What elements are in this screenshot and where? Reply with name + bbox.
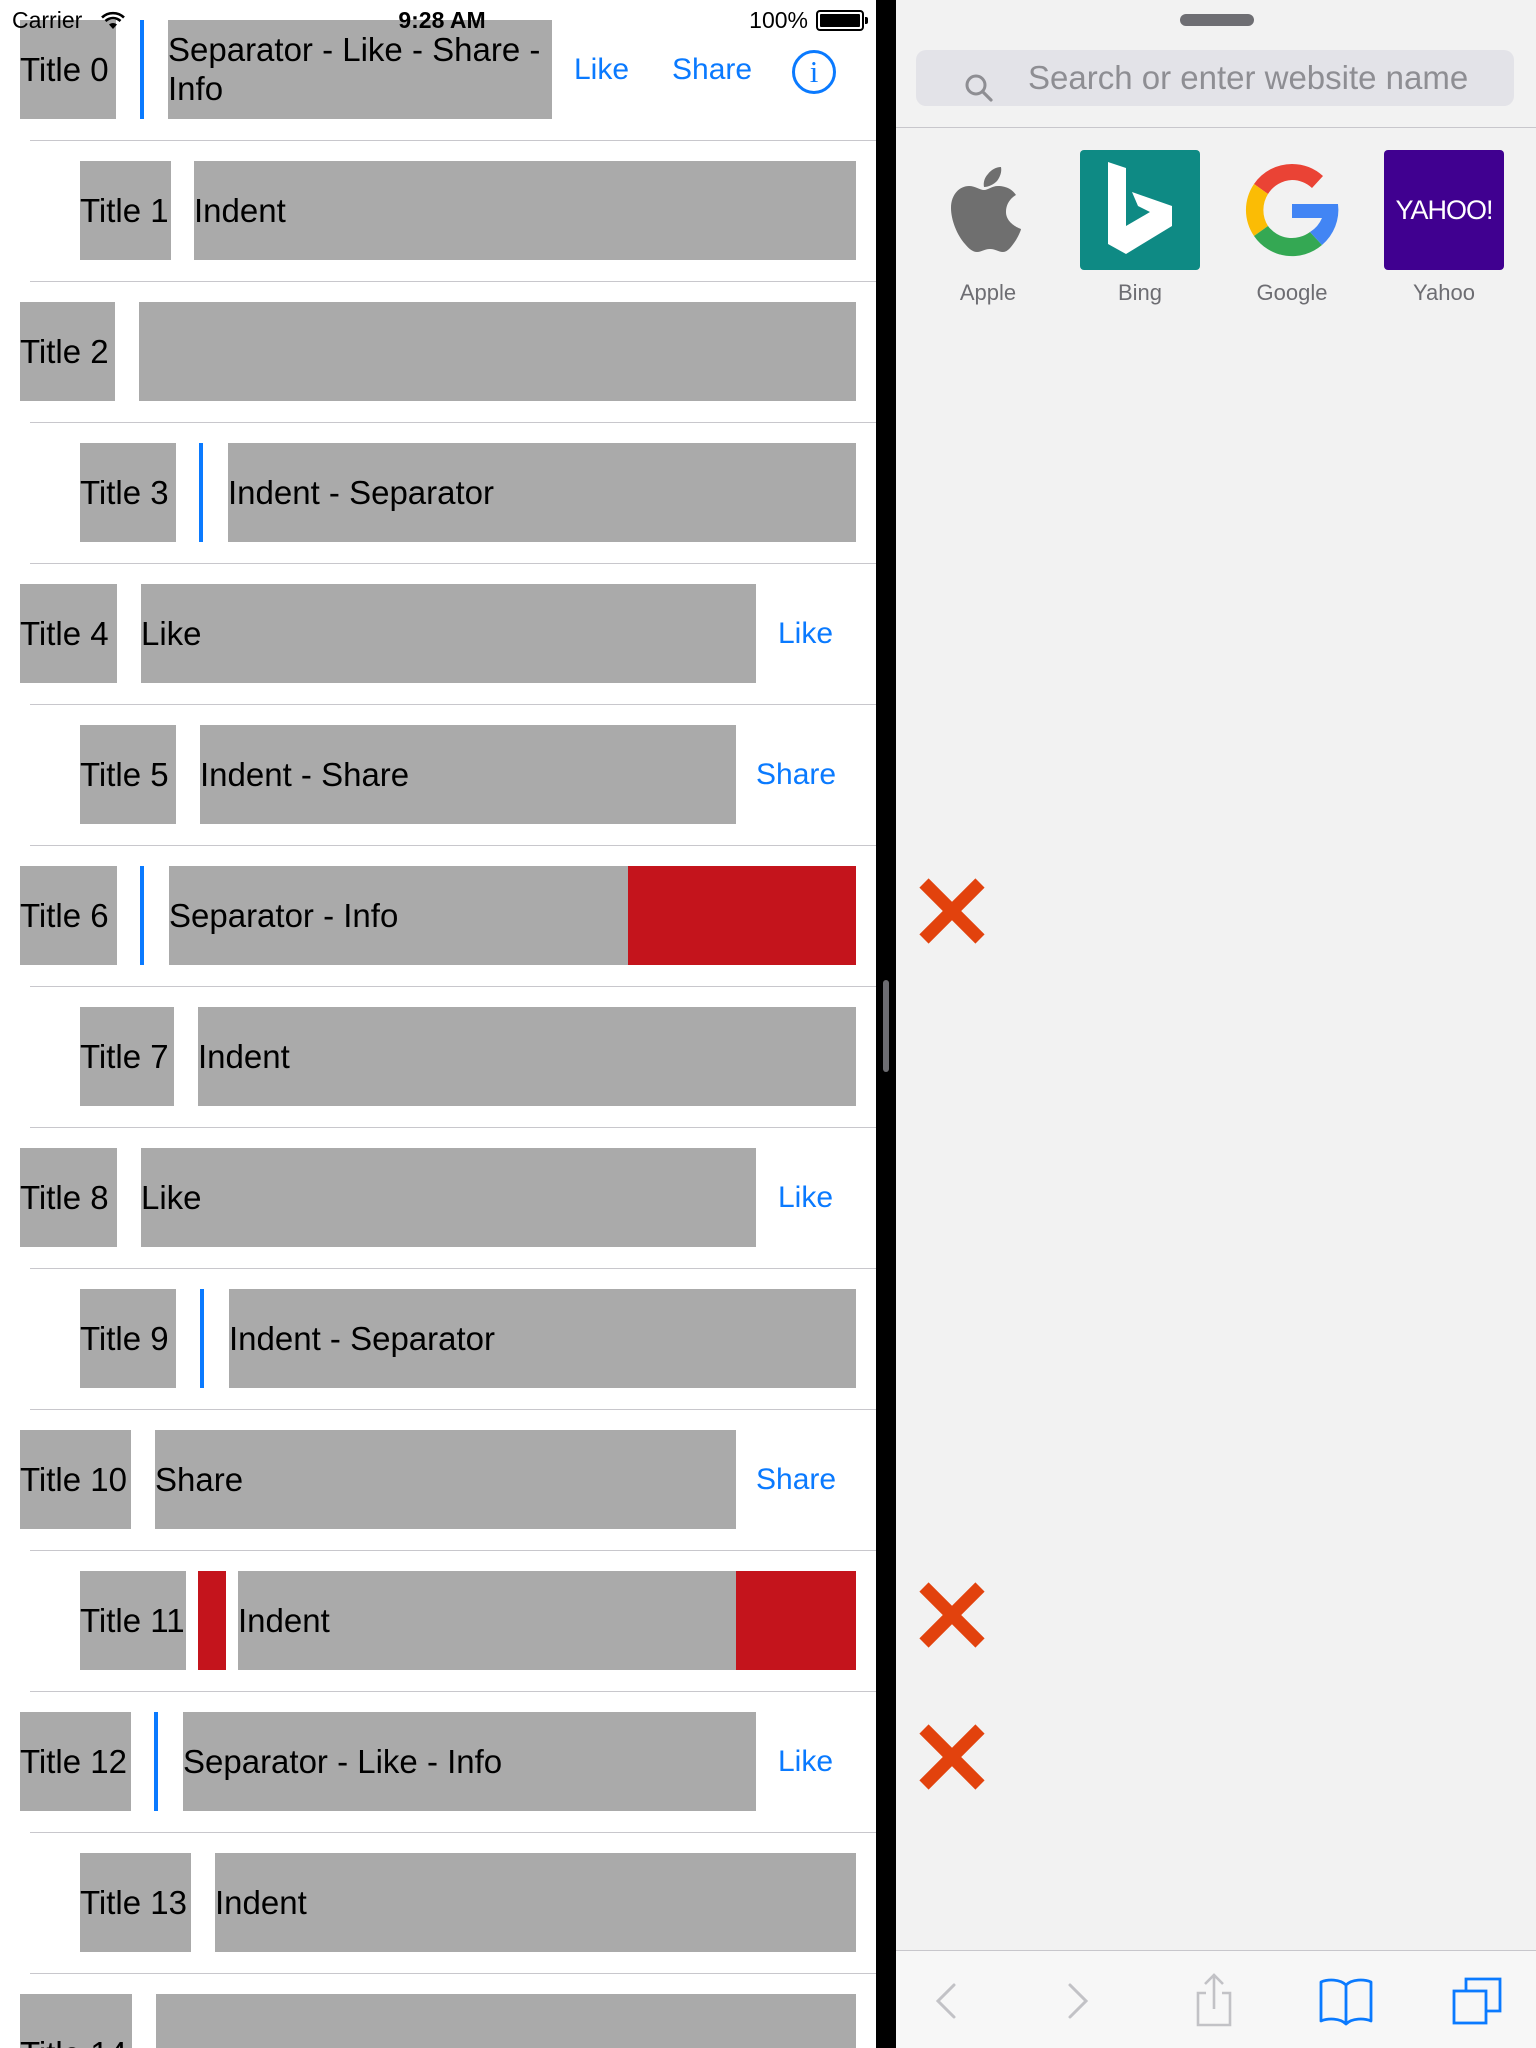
table-row[interactable]: Title 2	[0, 282, 876, 423]
cell-title: Title 7	[80, 1007, 174, 1106]
cell-content: Indent	[198, 1007, 856, 1106]
table-row[interactable]: Title 9 Indent - Separator	[0, 1269, 876, 1410]
cell-content: Indent	[194, 161, 856, 260]
favorite-apple[interactable]: Apple	[928, 150, 1048, 306]
cell-title: Title 6	[20, 866, 117, 965]
share-button[interactable]: Share	[756, 1430, 836, 1529]
table-row[interactable]: Title 12 Separator - Like - Info Like	[0, 1692, 876, 1833]
table-row[interactable]: Title 1 Indent	[0, 141, 876, 282]
table-row[interactable]: Title 7 Indent	[0, 987, 876, 1128]
like-button[interactable]: Like	[778, 1712, 833, 1811]
separator-bar	[154, 1712, 158, 1811]
table-view-app: Carrier 9:28 AM 100% Title 0 Separator -…	[0, 0, 876, 2048]
cell-title: Title 4	[20, 584, 117, 683]
cell-title: Title 9	[80, 1289, 176, 1388]
cell-content: Separator - Info	[169, 866, 629, 965]
table-row[interactable]: Title 4 Like Like	[0, 564, 876, 705]
cell-content: Indent - Separator	[229, 1289, 856, 1388]
yahoo-logo-icon: YAHOO!	[1384, 150, 1504, 270]
error-highlight	[736, 1571, 856, 1670]
cell-title: Title 12	[20, 1712, 131, 1811]
cell-title: Title 14	[20, 1994, 132, 2048]
cell-content: Like	[141, 584, 756, 683]
error-highlight	[198, 1571, 226, 1670]
favorite-label: Google	[1256, 280, 1328, 305]
cell-content: Indent	[238, 1571, 736, 1670]
x-mark-icon	[919, 878, 985, 944]
cell-title: Title 11	[80, 1571, 186, 1670]
window-grabber[interactable]	[1180, 14, 1254, 26]
table-row[interactable]: Title 13 Indent	[0, 1833, 876, 1974]
search-input[interactable]: Search or enter website name	[916, 50, 1514, 106]
table-row[interactable]: Title 5 Indent - Share Share	[0, 705, 876, 846]
separator-bar	[200, 1289, 204, 1388]
search-icon	[964, 64, 994, 102]
google-logo-icon	[1232, 150, 1352, 270]
cell-content: Indent	[215, 1853, 856, 1952]
cell-content: Indent - Share	[200, 725, 736, 824]
cell-content	[139, 302, 856, 401]
share-button[interactable]: Share	[756, 725, 836, 824]
forward-icon[interactable]	[1046, 1973, 1106, 2029]
table-row[interactable]: Title 6 Separator - Info	[0, 846, 876, 987]
cell-content: Separator - Like - Info	[183, 1712, 756, 1811]
cell-content	[156, 1994, 856, 2048]
table-row[interactable]: Title 3 Indent - Separator	[0, 423, 876, 564]
cell-content: Like	[141, 1148, 756, 1247]
x-mark-icon	[919, 1582, 985, 1648]
cell-title: Title 10	[20, 1430, 131, 1529]
cell-title: Title 2	[20, 302, 115, 401]
table-row[interactable]: Title 8 Like Like	[0, 1128, 876, 1269]
table-row[interactable]: Title 11 Indent	[0, 1551, 876, 1692]
like-button[interactable]: Like	[778, 584, 833, 683]
cell-content: Indent - Separator	[228, 443, 856, 542]
favorite-label: Bing	[1117, 280, 1163, 305]
info-button[interactable]: i	[792, 50, 836, 94]
split-view-handle[interactable]	[883, 980, 889, 1072]
bookmarks-icon[interactable]	[1316, 1973, 1376, 2029]
table-row[interactable]: Title 14	[0, 1974, 876, 2048]
cell-title: Title 8	[20, 1148, 117, 1247]
split-view-divider[interactable]	[876, 0, 896, 2048]
separator-bar	[199, 443, 203, 542]
share-icon[interactable]	[1184, 1973, 1244, 2029]
apple-logo-icon	[928, 150, 1048, 270]
table-row[interactable]: Title 10 Share Share	[0, 1410, 876, 1551]
cell-title: Title 3	[80, 443, 176, 542]
like-button[interactable]: Like	[778, 1148, 833, 1247]
safari-toolbar	[896, 1950, 1536, 2048]
status-bar: Carrier 9:28 AM 100%	[0, 0, 876, 40]
x-mark-icon	[919, 1724, 985, 1790]
tabs-icon[interactable]	[1448, 1973, 1508, 2029]
safari-app: Search or enter website name Apple Bing	[896, 0, 1536, 2048]
cell-content: Share	[155, 1430, 736, 1529]
separator-bar	[140, 866, 144, 965]
back-icon[interactable]	[918, 1973, 978, 2029]
clock: 9:28 AM	[398, 7, 486, 33]
battery-percent: 100%	[749, 7, 808, 33]
error-highlight	[628, 866, 856, 965]
favorite-bing[interactable]: Bing	[1080, 150, 1200, 306]
search-placeholder: Search or enter website name	[1028, 59, 1469, 96]
cell-title: Title 5	[80, 725, 176, 824]
favorite-yahoo[interactable]: YAHOO! Yahoo	[1384, 150, 1504, 306]
favorite-label: Apple	[959, 280, 1017, 305]
cell-title: Title 1	[80, 161, 171, 260]
favorite-label: Yahoo	[1413, 280, 1475, 305]
bing-logo-icon	[1080, 150, 1200, 270]
favorite-google[interactable]: Google	[1232, 150, 1352, 306]
cell-title: Title 13	[80, 1853, 191, 1952]
header-divider	[896, 127, 1536, 128]
battery-icon	[816, 10, 868, 31]
